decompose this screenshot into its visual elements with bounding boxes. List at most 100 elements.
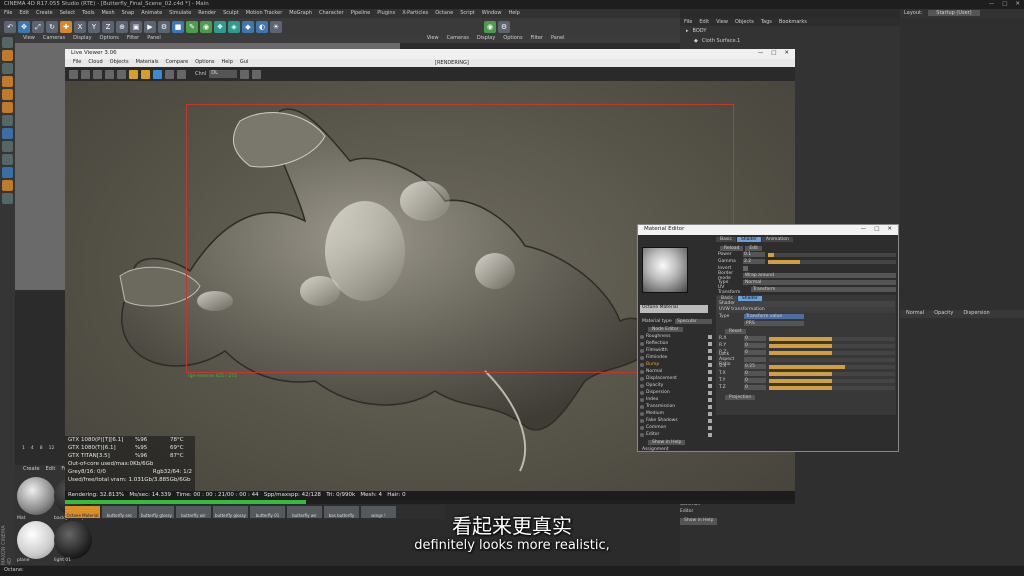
- object-menu-item[interactable]: View: [716, 19, 728, 25]
- menu-item[interactable]: Plugins: [377, 10, 395, 17]
- viewport-menu-item[interactable]: Panel: [147, 35, 161, 43]
- live-viewer-menu-item[interactable]: Help: [221, 59, 232, 67]
- channel-toggle-icon[interactable]: [640, 425, 644, 430]
- menu-item[interactable]: Tools: [82, 10, 94, 17]
- layout-selector[interactable]: Layout: Startup (User): [900, 9, 1024, 18]
- minimize-icon[interactable]: —: [989, 1, 995, 8]
- viewport-menu-item[interactable]: Display: [73, 35, 91, 43]
- spline-icon[interactable]: ✎: [186, 20, 198, 33]
- channel-checkbox[interactable]: [708, 383, 712, 388]
- tab-normal[interactable]: Normal: [906, 310, 924, 318]
- param-slider[interactable]: [769, 364, 895, 369]
- menu-item[interactable]: Snap: [122, 10, 135, 17]
- viewport-menu-item[interactable]: Filter: [531, 35, 543, 43]
- viewport-menu-item[interactable]: Options: [100, 35, 119, 43]
- points-mode-icon[interactable]: [2, 76, 13, 87]
- grid-icon[interactable]: [2, 193, 13, 204]
- y-axis-icon[interactable]: Y: [88, 20, 100, 33]
- object-menu-item[interactable]: File: [684, 19, 692, 25]
- nurbs-icon[interactable]: ◉: [200, 20, 212, 33]
- viewport-menu-item[interactable]: Options: [503, 35, 522, 43]
- param-slider[interactable]: [769, 385, 895, 390]
- object-menu-item[interactable]: Tags: [761, 19, 772, 25]
- pause-icon[interactable]: [93, 69, 102, 79]
- channel-item[interactable]: Filmindex: [640, 354, 712, 361]
- menu-item[interactable]: Edit: [19, 10, 29, 17]
- channel-checkbox[interactable]: [708, 404, 712, 409]
- channel-item[interactable]: Filmwidth: [640, 347, 712, 354]
- param-slider[interactable]: [769, 357, 895, 362]
- tab-dispersion[interactable]: Dispersion: [963, 310, 989, 318]
- channel-item[interactable]: Fake Shadows: [640, 417, 712, 424]
- close-icon[interactable]: ✕: [1015, 1, 1020, 8]
- channel-checkbox[interactable]: [708, 362, 712, 367]
- channel-checkbox[interactable]: [708, 432, 712, 437]
- live-viewer-menu-item[interactable]: Options: [195, 59, 214, 67]
- node-editor-button[interactable]: Node Editor: [648, 327, 683, 332]
- model-mode-icon[interactable]: [2, 37, 13, 48]
- viewport-menu-item[interactable]: Filter: [127, 35, 139, 43]
- channel-checkbox[interactable]: [708, 425, 712, 430]
- menu-item[interactable]: Help: [508, 10, 519, 17]
- channel-item[interactable]: Displacement: [640, 375, 712, 382]
- menu-item[interactable]: Create: [36, 10, 53, 17]
- type-dropdown[interactable]: Normal: [743, 280, 896, 285]
- channel-checkbox[interactable]: [708, 369, 712, 374]
- channel-toggle-icon[interactable]: [640, 432, 644, 437]
- channel-toggle-icon[interactable]: [640, 411, 644, 416]
- lock-icon[interactable]: [2, 154, 13, 165]
- channel-item[interactable]: Opacity: [640, 382, 712, 389]
- tab-shader[interactable]: Shader: [736, 237, 761, 242]
- channel-item[interactable]: Dispersion: [640, 389, 712, 396]
- material-type-dropdown[interactable]: Specular: [675, 319, 712, 324]
- channel-toggle-icon[interactable]: [640, 376, 644, 381]
- param-slider[interactable]: [769, 350, 895, 355]
- channel-toggle-icon[interactable]: [640, 334, 644, 339]
- channel-checkbox[interactable]: [708, 355, 712, 360]
- channel-item[interactable]: Index: [640, 396, 712, 403]
- axis-mode-icon[interactable]: [2, 115, 13, 126]
- object-menu-item[interactable]: Edit: [699, 19, 709, 25]
- live-viewer-menu-item[interactable]: Materials: [136, 59, 159, 67]
- paint-icon[interactable]: [2, 180, 13, 191]
- coordinate-system-icon[interactable]: ⊕: [116, 20, 128, 33]
- minimize-icon[interactable]: —: [758, 50, 764, 58]
- channel-item[interactable]: Normal: [640, 368, 712, 375]
- channel-checkbox[interactable]: [708, 418, 712, 423]
- menu-edit[interactable]: Edit: [46, 466, 56, 474]
- object-menu-item[interactable]: Objects: [735, 19, 754, 25]
- channel-item[interactable]: Reflection: [640, 340, 712, 347]
- octane-icon[interactable]: ◉: [484, 20, 496, 33]
- reload-button[interactable]: Reload: [720, 246, 744, 251]
- subsample-icon[interactable]: [252, 69, 262, 79]
- focus-picker-icon[interactable]: [141, 69, 150, 79]
- texture-mode-icon[interactable]: [2, 50, 13, 61]
- layout-dropdown[interactable]: Startup (User): [928, 10, 980, 16]
- maximize-icon[interactable]: □: [771, 50, 776, 58]
- menu-item[interactable]: Mesh: [101, 10, 114, 17]
- snap-icon[interactable]: [2, 141, 13, 152]
- live-viewer-menu-item[interactable]: File: [73, 59, 81, 67]
- channel-toggle-icon[interactable]: [640, 369, 644, 374]
- object-row[interactable]: ▸ BODY: [680, 26, 900, 36]
- param-value-field[interactable]: 0: [744, 343, 766, 348]
- menu-item[interactable]: Animate: [141, 10, 162, 17]
- live-viewer-menu-item[interactable]: Cloud: [88, 59, 102, 67]
- viewport-menu-item[interactable]: Cameras: [447, 35, 469, 43]
- maximize-icon[interactable]: □: [1002, 1, 1007, 8]
- clay-mode-icon[interactable]: [240, 69, 250, 79]
- menu-item[interactable]: Sculpt: [223, 10, 239, 17]
- material-preview[interactable]: [642, 247, 688, 293]
- assignment-item[interactable]: Assignment: [640, 446, 712, 453]
- settings-icon[interactable]: [69, 69, 78, 79]
- menu-item[interactable]: Select: [60, 10, 75, 17]
- channel-checkbox[interactable]: [708, 341, 712, 346]
- border-mode-dropdown[interactable]: Wrap around: [743, 273, 896, 278]
- menu-item[interactable]: X-Particles: [402, 10, 428, 17]
- menu-item[interactable]: Simulate: [169, 10, 191, 17]
- polygons-mode-icon[interactable]: [2, 102, 13, 113]
- object-menu-item[interactable]: Bookmarks: [779, 19, 807, 25]
- workplane-icon[interactable]: [2, 63, 13, 74]
- channel-toggle-icon[interactable]: [640, 390, 644, 395]
- save-image-icon[interactable]: [177, 69, 186, 79]
